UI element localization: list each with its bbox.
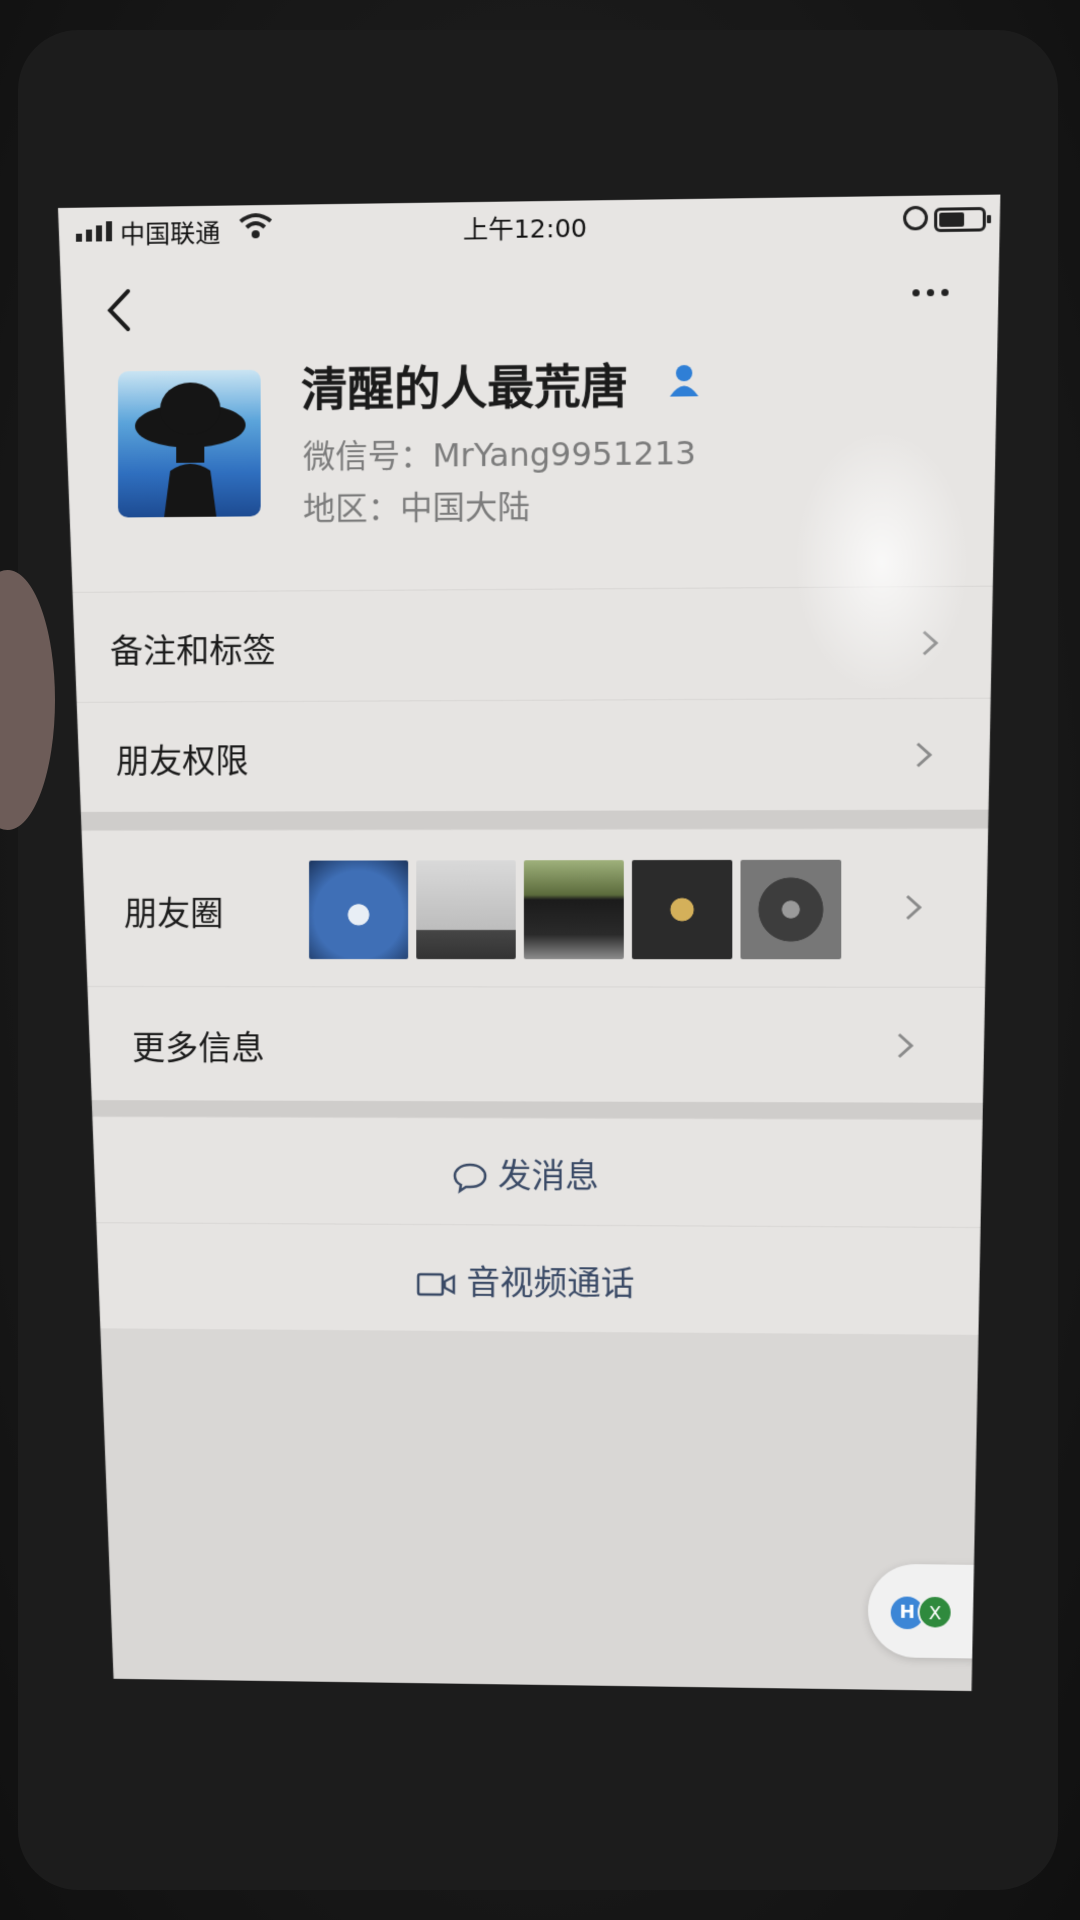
- phone-screen: 中国联通 上午12:00 清醒的人最荒唐 微信号：MrYang9951213 地…: [58, 195, 1000, 1692]
- video-camera-icon: [416, 1271, 457, 1297]
- region: 地区：中国大陆: [303, 482, 530, 530]
- moments-thumbnails: [309, 860, 841, 959]
- floating-close-icon[interactable]: X: [918, 1595, 953, 1630]
- moments-thumbnail: [741, 860, 842, 959]
- moments-thumbnail: [309, 860, 408, 959]
- back-chevron-icon[interactable]: [100, 285, 140, 336]
- moments-thumbnail: [524, 860, 624, 959]
- more-info-row[interactable]: 更多信息: [58, 986, 1000, 1103]
- section-divider: [58, 810, 1000, 830]
- moments-thumbnail: [632, 860, 732, 959]
- video-call-label: 音视频通话: [466, 1263, 634, 1303]
- moments-row[interactable]: 朋友圈: [58, 828, 1000, 987]
- more-options-icon[interactable]: [912, 289, 948, 297]
- floating-widget[interactable]: H X: [868, 1564, 980, 1659]
- chevron-right-icon: [916, 628, 943, 659]
- remarks-tags-row[interactable]: 备注和标签: [58, 586, 1000, 702]
- wechat-id: 微信号：MrYang9951213: [303, 428, 696, 478]
- avatar-silhouette-icon: [118, 370, 261, 518]
- avatar[interactable]: [118, 370, 261, 518]
- profile-name: 清醒的人最荒唐: [301, 350, 628, 420]
- chevron-right-icon: [891, 1030, 918, 1061]
- video-call-button[interactable]: 音视频通话: [58, 1222, 1000, 1335]
- remarks-tags-label: 备注和标签: [110, 624, 276, 673]
- battery-icon: [934, 207, 986, 232]
- friend-permissions-label: 朋友权限: [116, 734, 249, 783]
- chevron-right-icon: [909, 740, 936, 771]
- friend-permissions-row[interactable]: 朋友权限: [58, 698, 1000, 812]
- chat-bubble-icon: [451, 1161, 488, 1193]
- send-message-label: 发消息: [498, 1156, 599, 1196]
- chevron-right-icon: [899, 892, 926, 923]
- empty-area: [58, 1328, 1000, 1691]
- clock: 上午12:00: [58, 203, 1000, 252]
- send-message-button[interactable]: 发消息: [58, 1116, 1000, 1227]
- person-badge-icon: [667, 363, 702, 398]
- more-info-label: 更多信息: [132, 1021, 265, 1069]
- moments-thumbnail: [416, 860, 515, 959]
- moments-label: 朋友圈: [124, 887, 223, 935]
